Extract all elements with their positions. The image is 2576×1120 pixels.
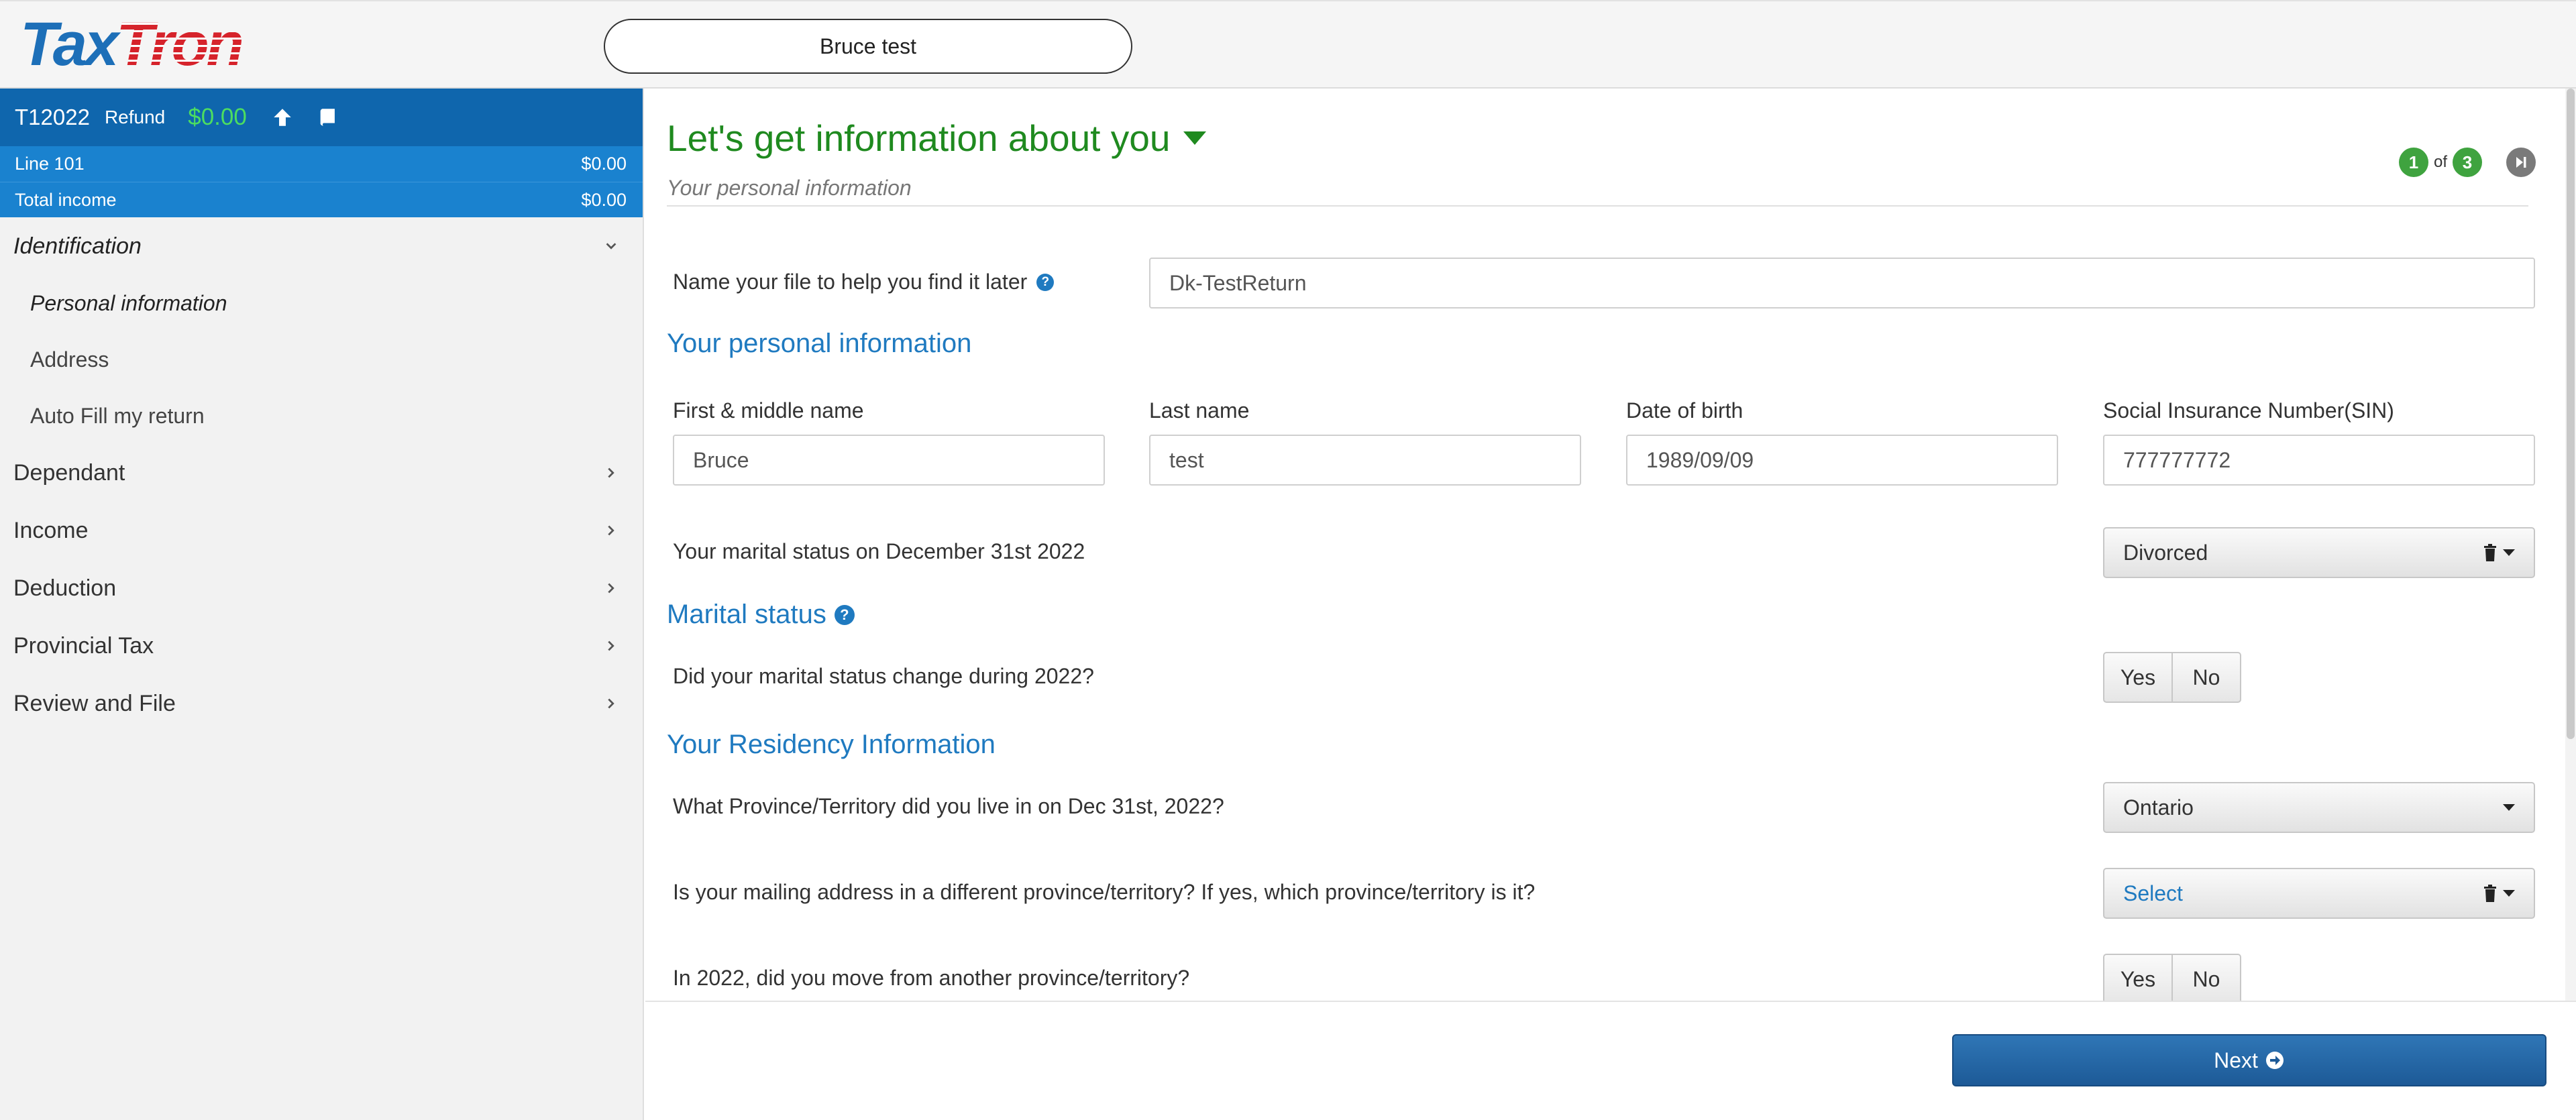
next-button-label: Next (2214, 1048, 2258, 1072)
trash-icon[interactable] (2483, 885, 2498, 902)
no-button[interactable]: No (2171, 955, 2240, 1003)
nav-item-auto-fill[interactable]: Auto Fill my return (0, 388, 643, 444)
yes-button[interactable]: Yes (2104, 653, 2171, 702)
nav-section-label: Provincial Tax (13, 632, 154, 659)
last-name-label: Last name (1149, 398, 1250, 423)
mailing-province-value: Select (2123, 881, 2183, 905)
nav-section-deduction[interactable]: Deduction (0, 559, 643, 617)
caret-down-icon[interactable] (2503, 549, 2515, 556)
moved-province-toggle: Yes No (2103, 954, 2241, 1005)
caret-down-icon[interactable] (1183, 131, 1207, 145)
personal-info-heading: Your personal information (667, 329, 972, 358)
chevron-right-icon (608, 583, 614, 594)
date-of-birth-input[interactable]: 1989/09/09 (1626, 435, 2058, 486)
summary-row-value: $0.00 (581, 154, 627, 174)
main-content: Let's get information about you Your per… (645, 89, 2576, 1005)
chevron-right-icon (608, 698, 614, 709)
page-subtitle: Your personal information (667, 176, 912, 200)
trash-icon[interactable] (2483, 544, 2498, 561)
nav-section-identification[interactable]: Identification (0, 217, 643, 275)
total-steps-badge: 3 (2453, 148, 2482, 177)
nav-section-review-and-file[interactable]: Review and File (0, 675, 643, 732)
taxtron-logo[interactable]: TaxTron (20, 10, 244, 78)
file-name-label-text: Name your file to help you find it later (673, 270, 1028, 294)
chevron-right-icon (608, 467, 614, 478)
nav-section-label: Deduction (13, 575, 117, 601)
nav-item-personal-information[interactable]: Personal information (0, 275, 643, 331)
mailing-province-select[interactable]: Select (2103, 868, 2535, 919)
tax-year: T12022 (15, 105, 90, 129)
marital-change-question: Did your marital status change during 20… (673, 664, 1094, 688)
page-title-text: Let's get information about you (667, 117, 1171, 159)
summary-row-label: Line 101 (15, 154, 85, 174)
nav-section-dependant[interactable]: Dependant (0, 444, 643, 502)
title-divider (667, 205, 2528, 207)
refund-amount: $0.00 (188, 104, 247, 130)
nav-item-address[interactable]: Address (0, 331, 643, 388)
return-summary-bar: T12022 Refund $0.00 (0, 89, 643, 146)
arrow-circle-right-icon (2265, 1052, 2284, 1069)
summary-row-label: Total income (15, 189, 117, 210)
marital-status-heading-text: Marital status (667, 600, 826, 629)
mailing-province-question: Is your mailing address in a different p… (673, 880, 1536, 904)
summary-row-value: $0.00 (581, 189, 627, 210)
moved-province-question: In 2022, did you move from another provi… (673, 966, 1190, 990)
app-header: TaxTron Bruce test (0, 0, 2576, 89)
skip-forward-icon[interactable] (2506, 148, 2536, 177)
logo-tax-text: Tax (20, 10, 119, 78)
return-name-pill[interactable]: Bruce test (604, 19, 1132, 74)
nav-section-label: Dependant (13, 459, 125, 486)
summary-row-line-101: Line 101 $0.00 (0, 146, 643, 182)
sin-label: Social Insurance Number(SIN) (2103, 398, 2394, 423)
first-name-input[interactable]: Bruce (673, 435, 1105, 486)
logo-tron-text: Tron (116, 10, 244, 78)
refund-label: Refund (104, 107, 166, 127)
marital-status-value: Divorced (2123, 540, 2208, 565)
chevron-down-icon (606, 243, 616, 249)
next-button[interactable]: Next (1952, 1034, 2546, 1086)
scrollbar-thumb[interactable] (2567, 89, 2575, 739)
marital-status-heading: Marital status ? (667, 600, 855, 630)
no-button[interactable]: No (2171, 653, 2240, 702)
help-icon[interactable]: ? (834, 604, 855, 625)
footer-bar: Next (645, 1001, 2576, 1120)
file-name-input[interactable]: Dk-TestReturn (1149, 258, 2535, 309)
caret-down-icon[interactable] (2503, 804, 2515, 811)
province-select[interactable]: Ontario (2103, 782, 2535, 833)
marital-status-question: Your marital status on December 31st 202… (673, 539, 1085, 563)
select-controls (2503, 804, 2515, 811)
book-icon[interactable] (317, 106, 339, 129)
pager-of-label: of (2433, 153, 2447, 171)
help-icon[interactable]: ? (1036, 273, 1055, 291)
province-value: Ontario (2123, 795, 2194, 820)
caret-down-icon[interactable] (2503, 890, 2515, 897)
nav-section-label: Review and File (13, 690, 176, 716)
sidebar: T12022 Refund $0.00 Line 101 $0.00 Total… (0, 89, 644, 1120)
marital-status-select[interactable]: Divorced (2103, 527, 2535, 578)
page-title[interactable]: Let's get information about you (667, 117, 1207, 160)
nav-section-provincial-tax[interactable]: Provincial Tax (0, 617, 643, 675)
sin-input[interactable]: 777777772 (2103, 435, 2535, 486)
nav-section-income[interactable]: Income (0, 502, 643, 559)
last-name-input[interactable]: test (1149, 435, 1581, 486)
chevron-right-icon (608, 640, 614, 651)
nav-section-label: Identification (13, 233, 142, 259)
upload-arrow-icon[interactable] (271, 106, 294, 129)
select-controls (2483, 544, 2515, 561)
summary-row-total-income: Total income $0.00 (0, 182, 643, 217)
date-of-birth-label: Date of birth (1626, 398, 1743, 423)
nav-section-label: Income (13, 517, 89, 543)
yes-button[interactable]: Yes (2104, 955, 2171, 1003)
step-pager: 1 of 3 (2398, 148, 2536, 177)
select-controls (2483, 885, 2515, 902)
current-step-badge: 1 (2398, 148, 2428, 177)
chevron-right-icon (608, 525, 614, 536)
file-name-label: Name your file to help you find it later… (673, 270, 1055, 294)
marital-change-toggle: Yes No (2103, 652, 2241, 703)
residency-heading: Your Residency Information (667, 730, 996, 759)
province-question: What Province/Territory did you live in … (673, 794, 1224, 818)
first-name-label: First & middle name (673, 398, 864, 423)
